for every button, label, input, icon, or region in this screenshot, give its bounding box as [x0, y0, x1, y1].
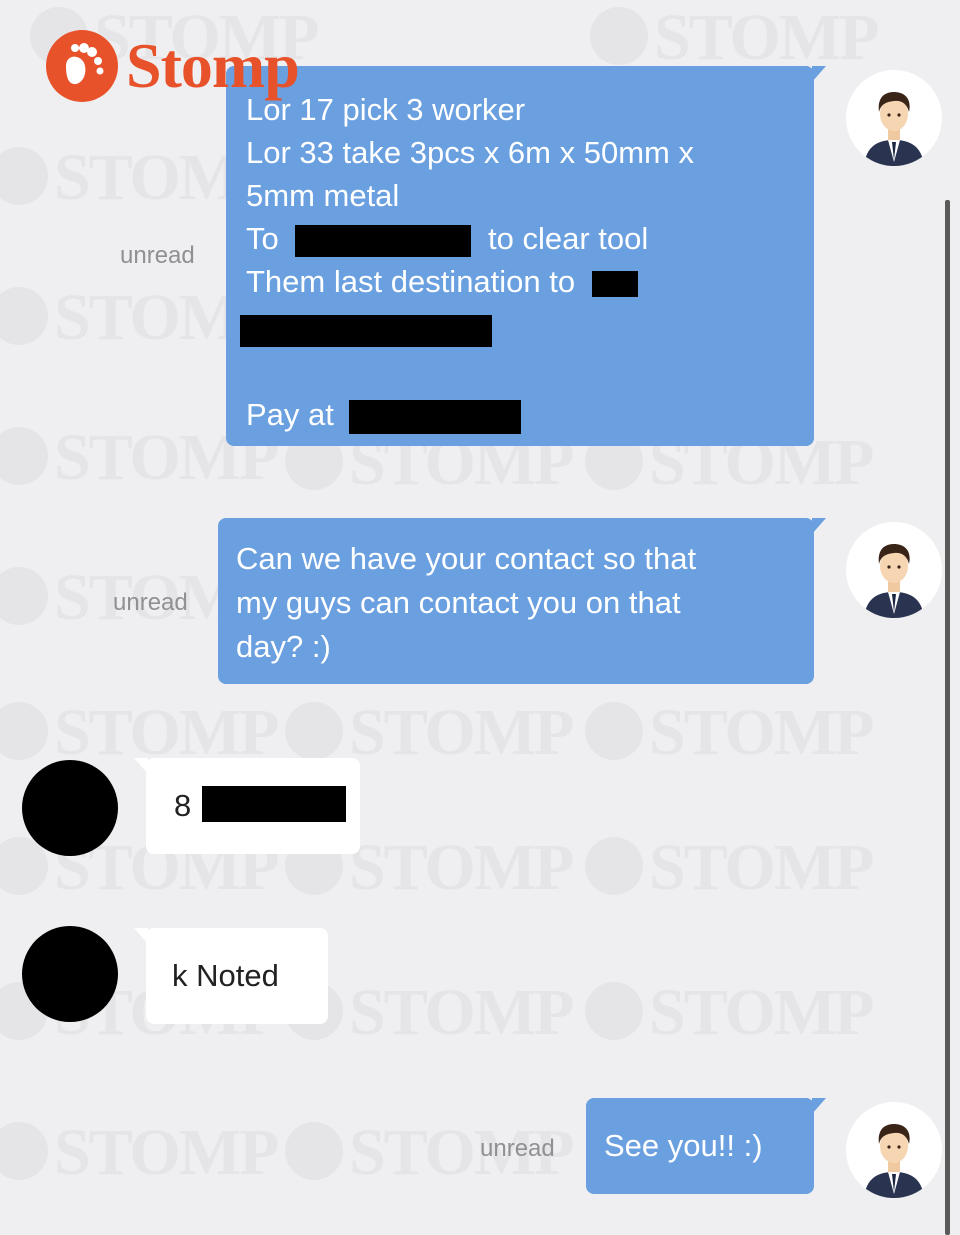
businessman-avatar-icon [864, 1124, 924, 1198]
unread-status: unread [120, 242, 195, 269]
stomp-logo: Stomp [46, 30, 300, 102]
avatar[interactable] [846, 1102, 942, 1198]
redaction-bar [348, 399, 521, 434]
scrollbar[interactable] [945, 200, 950, 1235]
avatar[interactable] [846, 70, 942, 166]
brand-name: Stomp [126, 30, 300, 101]
message-text: Lor 33 take 3pcs x 6m x 50mm x [246, 135, 694, 170]
message-text: my guys can contact you on that [236, 585, 681, 620]
chat-screen: STOMP STOMP STOMP STOMP STOMP STOMP STOM… [0, 0, 960, 1235]
message-text: Pay at [246, 397, 334, 432]
avatar[interactable] [846, 522, 942, 618]
redaction-bar [240, 314, 492, 347]
avatar[interactable] [22, 926, 118, 1022]
redaction-bar [295, 224, 472, 257]
message-bubble-outgoing[interactable]: See you!! :) [586, 1098, 826, 1194]
message-text: k Noted [172, 958, 279, 993]
message-bubble-outgoing[interactable]: Lor 17 pick 3 worker Lor 33 take 3pcs x … [226, 66, 826, 446]
message-text: See you!! :) [604, 1128, 763, 1163]
redaction-bar [591, 270, 638, 297]
businessman-avatar-icon [864, 92, 924, 166]
message-text: 8 [174, 788, 192, 823]
message-text: day? :) [236, 629, 331, 664]
message-text: to clear tool [488, 221, 649, 256]
message-text: 5mm metal [246, 178, 400, 213]
message-bubble-incoming[interactable]: k Noted [134, 928, 328, 1024]
message-text: Can we have your contact so that [236, 541, 697, 576]
message-text: To [246, 221, 279, 256]
footprint-icon [46, 30, 118, 102]
message-bubble-outgoing[interactable]: Can we have your contact so that my guys… [218, 518, 826, 684]
message-text: Them last destination to [246, 264, 576, 299]
businessman-avatar-icon [864, 544, 924, 618]
message-text: Lor 17 pick 3 worker [246, 92, 526, 127]
message-bubble-incoming[interactable]: 8 [134, 758, 360, 854]
avatar[interactable] [22, 760, 118, 856]
unread-status: unread [113, 589, 188, 616]
redaction-bar [201, 786, 346, 822]
unread-status: unread [480, 1135, 555, 1162]
